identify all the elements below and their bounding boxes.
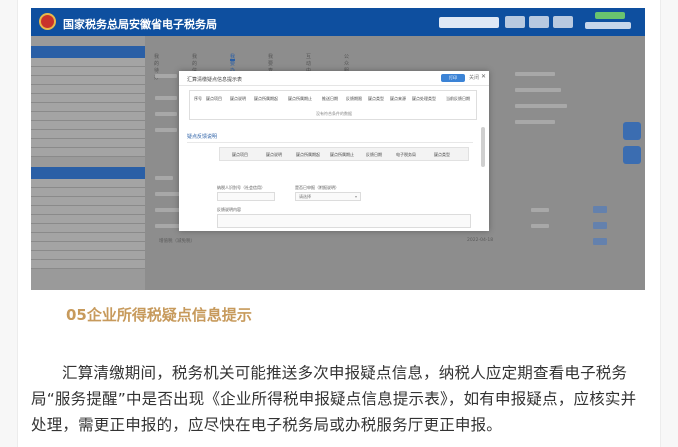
note-textarea[interactable] bbox=[217, 214, 471, 228]
doubt-info-modal: 汇算清缴疑点信息提示表 打印 关闭 ✕ 序号 疑点项目 疑点说明 疑点所属期起 … bbox=[179, 71, 489, 231]
bg-text-line bbox=[515, 120, 555, 124]
chevron-down-icon: ▾ bbox=[355, 194, 358, 199]
header-user-info[interactable] bbox=[585, 12, 631, 32]
sidebar-item[interactable] bbox=[31, 103, 145, 112]
floating-help-icon[interactable] bbox=[623, 146, 641, 164]
section-divider bbox=[187, 142, 473, 143]
table-header: 疑点项目 bbox=[232, 152, 248, 157]
sidebar-item[interactable] bbox=[31, 85, 145, 94]
tab-my-info[interactable]: 我的信息 bbox=[192, 50, 197, 81]
user-status-badge bbox=[595, 12, 625, 19]
table-header: 反馈期限 bbox=[346, 96, 362, 101]
bg-text-line bbox=[155, 112, 177, 116]
sidebar-item[interactable] bbox=[31, 233, 145, 242]
sidebar bbox=[31, 36, 145, 290]
table-header: 疑点说明 bbox=[266, 152, 282, 157]
tab-my-todo[interactable]: 我的待办 bbox=[154, 50, 159, 81]
bg-row-button[interactable] bbox=[593, 206, 607, 213]
tab-query[interactable]: 我要查询 bbox=[268, 50, 273, 81]
bg-row-button[interactable] bbox=[593, 238, 607, 245]
table-header: 疑点所属期起 bbox=[296, 152, 320, 157]
table-header: 疑点类型 bbox=[434, 152, 450, 157]
floating-service-icon[interactable] bbox=[623, 122, 641, 140]
bg-text-line bbox=[515, 104, 567, 108]
bg-text-line bbox=[515, 88, 561, 92]
sidebar-item[interactable] bbox=[31, 215, 145, 224]
credit-code-label: 纳税人识别号（社会信用） bbox=[217, 185, 265, 190]
sidebar-item[interactable] bbox=[31, 76, 145, 85]
bg-row-button[interactable] bbox=[593, 222, 607, 229]
bg-text-line bbox=[531, 224, 549, 228]
sidebar-item[interactable] bbox=[31, 67, 145, 76]
tax-bureau-header: 国家税务总局安徽省电子税务局 bbox=[31, 8, 645, 36]
bg-row-date: 2022-04-18 bbox=[467, 238, 494, 243]
sidebar-item[interactable] bbox=[31, 121, 145, 130]
sidebar-section-head[interactable] bbox=[31, 167, 145, 179]
table-header: 疑点所属期止 bbox=[288, 96, 312, 101]
apply-label: 是否已申报（附报说明） bbox=[295, 185, 339, 190]
tab-file-tax[interactable]: 我要办税 bbox=[230, 50, 236, 81]
site-title: 国家税务总局安徽省电子税务局 bbox=[63, 18, 217, 31]
sidebar-item[interactable] bbox=[31, 251, 145, 260]
tab-interaction[interactable]: 互动中心 bbox=[306, 50, 311, 81]
sidebar-item[interactable] bbox=[31, 112, 145, 121]
header-button[interactable] bbox=[505, 16, 525, 28]
sidebar-item[interactable] bbox=[31, 197, 145, 206]
bg-row-label: 增值税（减免税） bbox=[159, 239, 195, 244]
modal-divider bbox=[179, 85, 489, 86]
table-header: 推送日期 bbox=[322, 96, 338, 101]
bg-text-line bbox=[155, 96, 177, 100]
sidebar-item[interactable] bbox=[31, 224, 145, 233]
sidebar-item[interactable] bbox=[31, 179, 145, 188]
sidebar-item[interactable] bbox=[31, 206, 145, 215]
bg-text-line bbox=[155, 74, 177, 78]
section-title: 05企业所得税疑点信息提示 bbox=[66, 306, 252, 324]
close-icon[interactable]: ✕ bbox=[481, 73, 486, 80]
table-header: 疑点类型 bbox=[368, 96, 384, 101]
apply-select-value: 请选择 bbox=[299, 194, 311, 199]
table-header: 疑点处理类型 bbox=[412, 96, 436, 101]
tab-public-service[interactable]: 公众服务 bbox=[344, 50, 349, 81]
sidebar-item[interactable] bbox=[31, 130, 145, 139]
section-label: 疑点反馈说明 bbox=[187, 134, 218, 140]
credit-code-field[interactable] bbox=[217, 192, 275, 201]
print-button[interactable]: 打印 bbox=[441, 74, 465, 82]
header-search-input[interactable] bbox=[439, 17, 499, 28]
note-label: 反馈说明内容 bbox=[217, 207, 241, 212]
sidebar-item[interactable] bbox=[31, 260, 145, 269]
table-header: 疑点项目 bbox=[206, 96, 222, 101]
table-header: 反馈日期 bbox=[366, 152, 382, 157]
bg-text-line bbox=[155, 176, 173, 180]
bg-text-line bbox=[515, 72, 555, 76]
table-header: 电子税务局 bbox=[396, 152, 416, 157]
close-label[interactable]: 关闭 bbox=[469, 74, 479, 81]
modal-scrollbar[interactable] bbox=[481, 127, 485, 167]
sidebar-item[interactable] bbox=[31, 188, 145, 197]
feedback-table: 疑点项目 疑点说明 疑点所属期起 疑点所属期止 反馈日期 电子税务局 疑点类型 bbox=[219, 147, 469, 161]
sidebar-item[interactable] bbox=[31, 148, 145, 157]
doubt-table: 序号 疑点项目 疑点说明 疑点所属期起 疑点所属期止 推送日期 反馈期限 疑点类… bbox=[189, 90, 477, 120]
header-button[interactable] bbox=[553, 16, 573, 28]
user-name-bar bbox=[585, 22, 631, 29]
table-header: 疑点所属期止 bbox=[330, 152, 354, 157]
sidebar-item[interactable] bbox=[31, 242, 145, 251]
table-empty-message: 没有符合条件的数据 bbox=[316, 111, 352, 116]
article-page: 国家税务总局安徽省电子税务局 我的待办 我的 我要 我要 互动 公众 增值税（减… bbox=[0, 0, 678, 447]
table-header: 疑点所属期起 bbox=[254, 96, 278, 101]
bg-text-line bbox=[155, 128, 177, 132]
sidebar-item[interactable] bbox=[31, 139, 145, 148]
tax-emblem-icon bbox=[39, 13, 56, 30]
embedded-screenshot: 国家税务总局安徽省电子税务局 我的待办 我的 我要 我要 互动 公众 增值税（减… bbox=[31, 8, 645, 290]
header-button[interactable] bbox=[529, 16, 549, 28]
sidebar-item[interactable] bbox=[31, 94, 145, 103]
table-header: 疑点来源 bbox=[390, 96, 406, 101]
bg-text-line bbox=[531, 208, 549, 212]
modal-title: 汇算清缴疑点信息提示表 bbox=[187, 77, 243, 83]
table-header: 序号 bbox=[194, 96, 202, 101]
sidebar-section-head[interactable] bbox=[31, 46, 145, 58]
table-header: 疑点说明 bbox=[230, 96, 246, 101]
table-header: 当前反馈日期 bbox=[446, 96, 470, 101]
article-paragraph: 汇算清缴期间，税务机关可能推送多次申报疑点信息，纳税人应定期查看电子税务局“服务… bbox=[31, 364, 637, 434]
sidebar-item[interactable] bbox=[31, 58, 145, 67]
